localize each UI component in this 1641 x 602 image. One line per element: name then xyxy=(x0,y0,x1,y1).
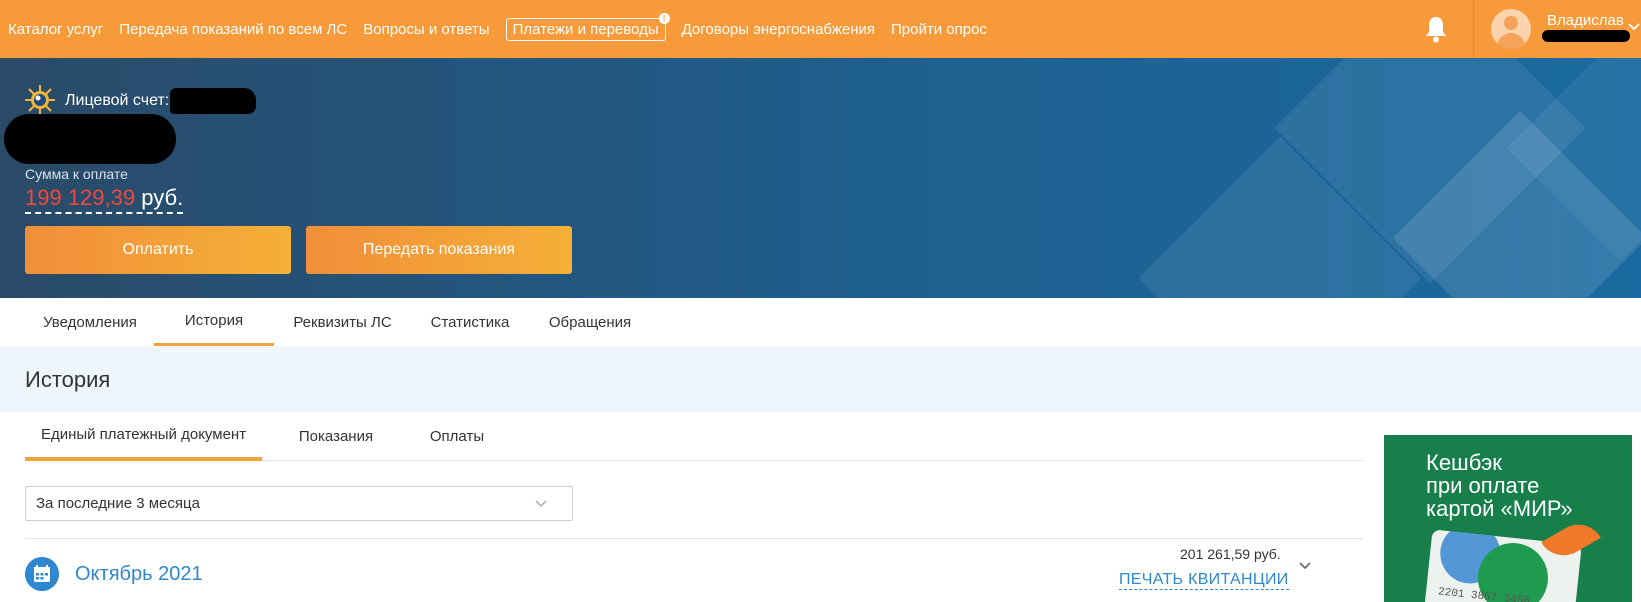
user-name: Владислав xyxy=(1547,12,1624,29)
account-tabs: Уведомления История Реквизиты ЛС Статист… xyxy=(0,298,1641,346)
promo-line-3: картой «МИР» xyxy=(1426,496,1573,521)
nav-item-catalog[interactable]: Каталог услуг xyxy=(8,21,103,38)
avatar[interactable] xyxy=(1491,9,1531,49)
avatar-head xyxy=(1504,16,1518,30)
account-number-label: Лицевой счет: xyxy=(65,92,170,109)
tab-statistics[interactable]: Статистика xyxy=(420,298,520,346)
redacted-account-holder xyxy=(4,114,176,164)
divider xyxy=(25,538,1363,539)
bell-icon[interactable] xyxy=(1424,15,1448,43)
account-hero: Лицевой счет: Сумма к оплате 199 129,39 … xyxy=(0,58,1641,298)
nav-item-payments-label: Платежи и переводы xyxy=(512,20,659,38)
tab-readings[interactable]: Показания xyxy=(277,412,395,461)
amount-due[interactable]: 199 129,39 руб. xyxy=(25,185,184,214)
nav-badge: ! xyxy=(658,12,670,24)
tab-account-details[interactable]: Реквизиты ЛС xyxy=(285,298,400,346)
tab-notifications[interactable]: Уведомления xyxy=(25,298,155,346)
company-logo-icon xyxy=(25,85,55,115)
page-title: История xyxy=(25,367,111,392)
cashback-promo-banner[interactable]: Кешбэк при оплате картой «МИР» 2201 3857… xyxy=(1384,435,1632,602)
tab-requests[interactable]: Обращения xyxy=(542,298,638,346)
submit-readings-button[interactable]: Передать показания xyxy=(306,226,572,274)
nav-item-submit-readings-all[interactable]: Передача показаний по всем ЛС xyxy=(119,21,347,38)
redacted-account-number xyxy=(170,88,256,114)
amount-due-label: Сумма к оплате xyxy=(25,166,128,182)
chevron-down-icon[interactable] xyxy=(1298,561,1312,571)
amount-due-value: 199 129,39 xyxy=(25,185,136,210)
amount-due-currency: руб. xyxy=(141,185,184,210)
pay-button[interactable]: Оплатить xyxy=(25,226,291,274)
tab-payments[interactable]: Оплаты xyxy=(415,412,499,461)
redacted-user-detail xyxy=(1542,30,1630,42)
nav-item-faq[interactable]: Вопросы и ответы xyxy=(363,21,489,38)
period-select[interactable]: За последние 3 месяца xyxy=(25,486,573,521)
print-receipt-link[interactable]: ПЕЧАТЬ КВИТАНЦИИ xyxy=(1119,571,1289,590)
avatar-shoulders xyxy=(1497,33,1525,49)
chevron-down-icon[interactable] xyxy=(1627,22,1641,32)
top-nav-menu: Каталог услуг Передача показаний по всем… xyxy=(8,0,1003,58)
month-title[interactable]: Октябрь 2021 xyxy=(75,563,203,586)
tab-unified-payment-document[interactable]: Единый платежный документ xyxy=(25,412,262,461)
user-menu[interactable]: Владислав xyxy=(1473,0,1641,58)
nav-item-contracts[interactable]: Договоры энергоснабжения xyxy=(682,21,875,38)
chevron-down-icon xyxy=(535,500,547,508)
top-navigation: Каталог услуг Передача показаний по всем… xyxy=(0,0,1641,58)
tab-history[interactable]: История xyxy=(154,298,274,346)
section-header: История xyxy=(0,346,1641,412)
history-tabs: Единый платежный документ Показания Опла… xyxy=(25,412,1363,461)
calendar-icon xyxy=(25,557,59,591)
month-amount: 201 261,59 руб. xyxy=(1180,546,1281,562)
nav-item-survey[interactable]: Пройти опрос xyxy=(891,21,987,38)
period-select-value: За последние 3 месяца xyxy=(36,495,200,512)
nav-item-payments[interactable]: Платежи и переводы ! xyxy=(505,12,670,41)
